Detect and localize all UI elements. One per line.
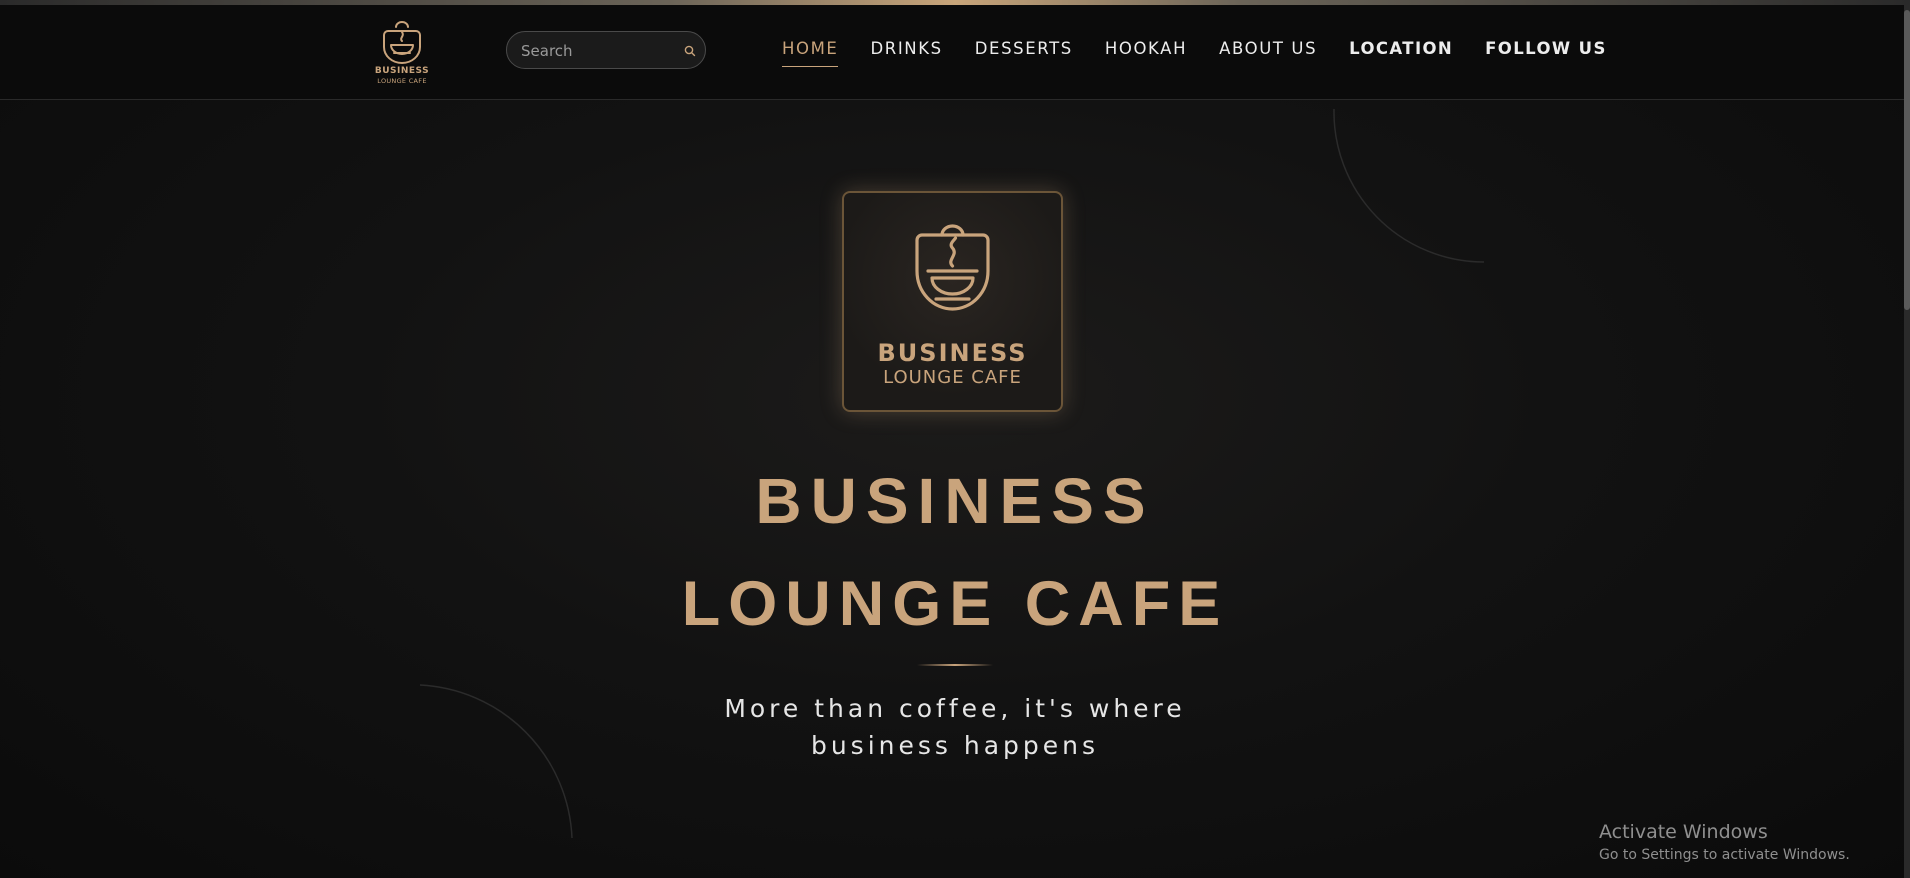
site-header: BUSINESS LOUNGE CAFE HOME DRINKS DESSERT… — [0, 5, 1910, 100]
decorative-arc-top-right — [1333, 108, 1485, 263]
hero-logo-brand-line2: LOUNGE CAFE — [883, 367, 1022, 388]
nav-link-drinks[interactable]: DRINKS — [870, 39, 942, 67]
hero-title-lounge-cafe: LOUNGE CAFE — [681, 569, 1229, 639]
nav-link-home[interactable]: HOME — [782, 39, 839, 67]
coffee-bag-logo-icon — [383, 21, 421, 64]
decorative-arc-bottom-left — [419, 684, 573, 839]
activate-title: Activate Windows — [1599, 821, 1768, 843]
hero-tagline: More than coffee, it's where business ha… — [724, 694, 1186, 760]
page: BUSINESS LOUNGE CAFE HOME DRINKS DESSERT… — [0, 0, 1910, 878]
header-brand-line2: LOUNGE CAFE — [377, 77, 427, 85]
search-icon[interactable] — [683, 44, 697, 58]
hero-divider — [917, 664, 993, 666]
nav-link-desserts[interactable]: DESSERTS — [975, 39, 1073, 67]
coffee-bag-logo-icon — [915, 224, 990, 311]
nav-link-location[interactable]: LOCATION — [1349, 39, 1453, 67]
nav-link-about-us[interactable]: ABOUT US — [1219, 39, 1317, 67]
hero-title-business: BUSINESS — [755, 465, 1155, 537]
hero-logo-card: BUSINESS LOUNGE CAFE — [842, 191, 1063, 412]
scrollbar-thumb[interactable] — [1904, 10, 1910, 310]
nav-link-hookah[interactable]: HOOKAH — [1105, 39, 1187, 67]
search-input[interactable] — [519, 40, 673, 62]
search-box — [506, 31, 706, 69]
windows-activation-watermark: Activate Windows Go to Settings to activ… — [1599, 820, 1899, 866]
hero-logo-brand-line1: BUSINESS — [877, 339, 1028, 367]
activate-subtitle: Go to Settings to activate Windows. — [1599, 847, 1850, 863]
page-scrollbar[interactable] — [1904, 5, 1910, 878]
header-logo[interactable]: BUSINESS LOUNGE CAFE — [372, 19, 432, 87]
header-brand-line1: BUSINESS — [374, 66, 430, 76]
nav-link-follow-us[interactable]: FOLLOW US — [1485, 39, 1607, 67]
main-nav: HOME DRINKS DESSERTS HOOKAH ABOUT US LOC… — [782, 39, 1639, 67]
